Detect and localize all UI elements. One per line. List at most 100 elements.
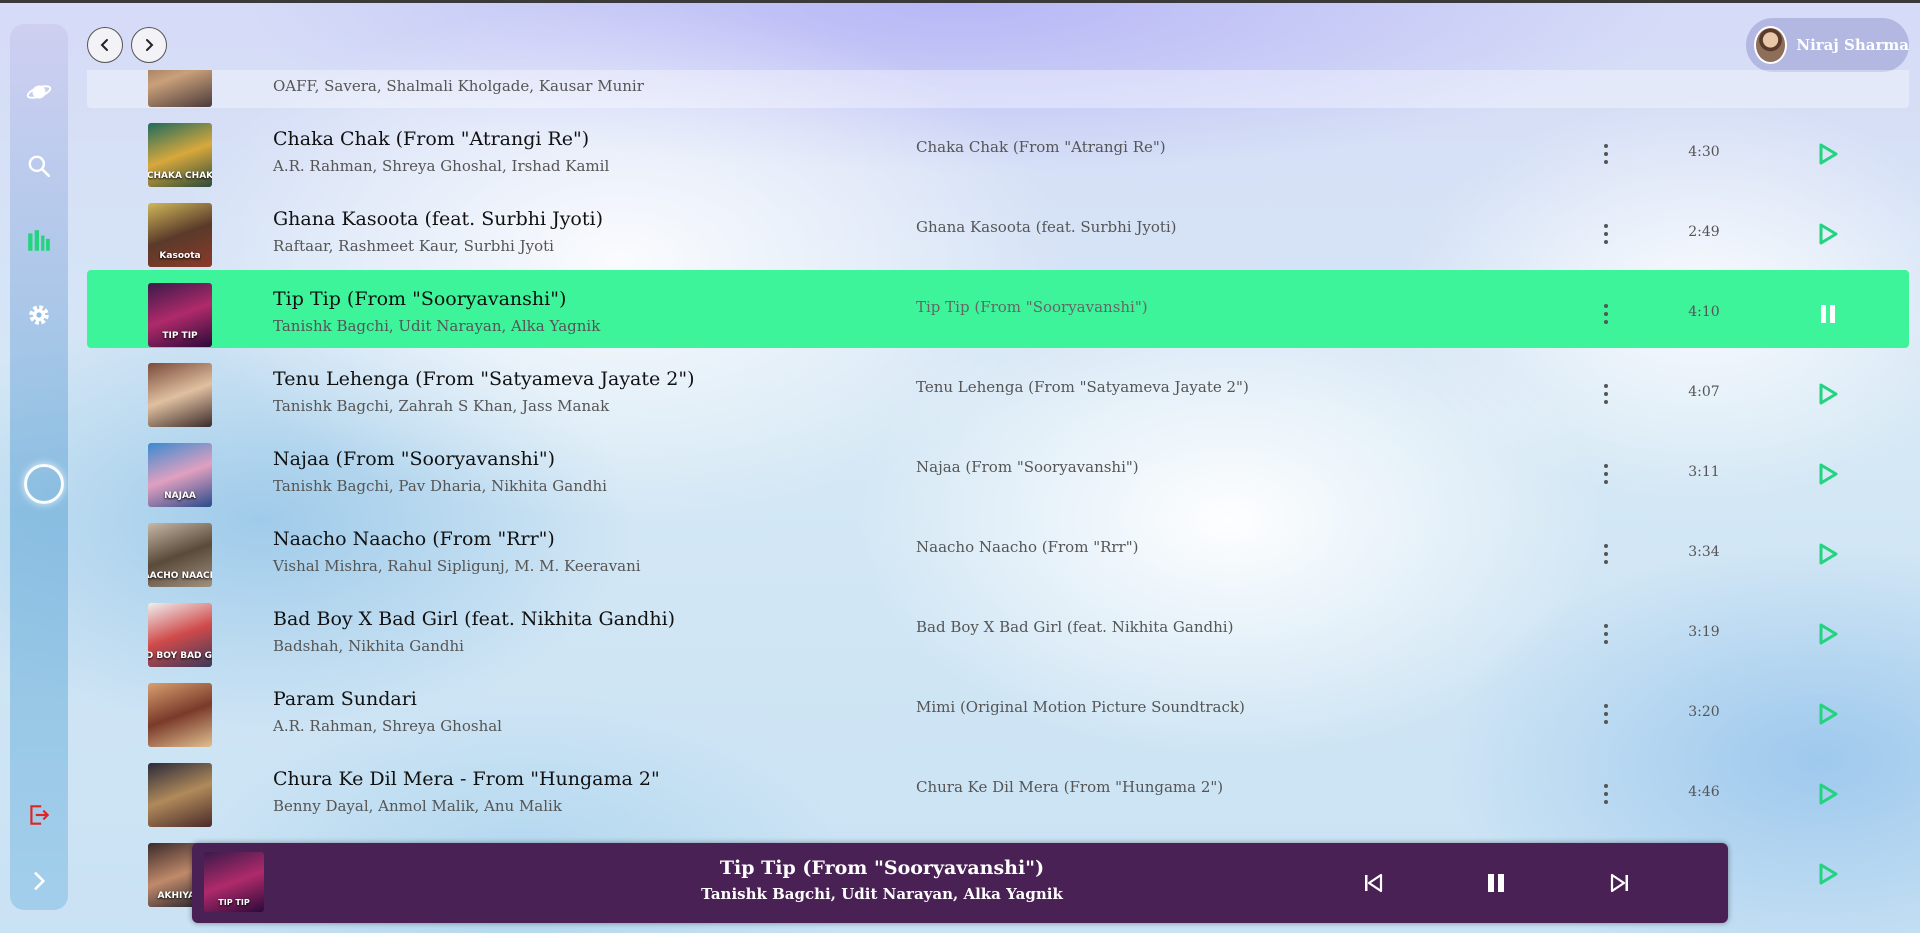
- song-row-playing[interactable]: TIP TIP Tip Tip (From "Sooryavanshi") Ta…: [87, 270, 1909, 348]
- chevron-right-icon[interactable]: [26, 868, 52, 894]
- song-list: OAFF, Savera, Shalmali Kholgade, Kausar …: [87, 70, 1909, 933]
- song-album: Tip Tip (From "Sooryavanshi"): [916, 298, 1148, 316]
- song-album: Bad Boy X Bad Girl (feat. Nikhita Gandhi…: [916, 618, 1234, 636]
- song-row[interactable]: CHAKA CHAK Chaka Chak (From "Atrangi Re"…: [87, 110, 1909, 188]
- song-title: Tip Tip (From "Sooryavanshi"): [273, 288, 567, 310]
- more-options-icon[interactable]: [1601, 624, 1611, 644]
- album-cover: TIP TIP: [148, 283, 212, 347]
- song-title: Param Sundari: [273, 688, 417, 710]
- song-artists: OAFF, Savera, Shalmali Kholgade, Kausar …: [273, 77, 644, 95]
- album-cover: [148, 683, 212, 747]
- song-album: Ghana Kasoota (feat. Surbhi Jyoti): [916, 218, 1177, 236]
- song-artists: Badshah, Nikhita Gandhi: [273, 637, 464, 655]
- song-title: Ghana Kasoota (feat. Surbhi Jyoti): [273, 208, 603, 230]
- more-options-icon[interactable]: [1601, 704, 1611, 724]
- song-artists: Tanishk Bagchi, Udit Narayan, Alka Yagni…: [273, 317, 601, 335]
- loading-spinner: [24, 464, 64, 504]
- album-cover: CHAKA CHAK: [148, 123, 212, 187]
- song-artists: Raftaar, Rashmeet Kaur, Surbhi Jyoti: [273, 237, 554, 255]
- search-icon[interactable]: [26, 153, 52, 179]
- song-artists: A.R. Rahman, Shreya Ghoshal, Irshad Kami…: [273, 157, 610, 175]
- logout-icon[interactable]: [26, 802, 52, 828]
- song-artists: Tanishk Bagchi, Pav Dharia, Nikhita Gand…: [273, 477, 607, 495]
- song-title: Tenu Lehenga (From "Satyameva Jayate 2"): [273, 368, 695, 390]
- song-duration: 3:19: [1688, 624, 1720, 640]
- song-artists: Tanishk Bagchi, Zahrah S Khan, Jass Mana…: [273, 397, 610, 415]
- play-icon[interactable]: [1817, 782, 1839, 806]
- song-row[interactable]: Chura Ke Dil Mera - From "Hungama 2" Ben…: [87, 750, 1909, 828]
- settings-icon[interactable]: [26, 302, 52, 328]
- song-row[interactable]: Param Sundari A.R. Rahman, Shreya Ghosha…: [87, 670, 1909, 748]
- album-cover: [148, 363, 212, 427]
- song-duration: 4:30: [1688, 144, 1720, 160]
- play-icon[interactable]: [1817, 142, 1839, 166]
- song-artists: Vishal Mishra, Rahul Sipligunj, M. M. Ke…: [273, 557, 641, 575]
- more-options-icon[interactable]: [1601, 784, 1611, 804]
- song-album: Naacho Naacho (From "Rrr"): [916, 538, 1139, 556]
- song-duration: 4:10: [1688, 304, 1720, 320]
- next-track-button[interactable]: [1606, 869, 1634, 897]
- play-icon[interactable]: [1817, 702, 1839, 726]
- song-duration: 3:11: [1688, 464, 1720, 480]
- album-cover: NAACHO NAACHO: [148, 523, 212, 587]
- chevron-right-icon: [146, 39, 154, 51]
- song-row[interactable]: Kasoota Ghana Kasoota (feat. Surbhi Jyot…: [87, 190, 1909, 268]
- chevron-left-icon: [100, 39, 108, 51]
- play-icon[interactable]: [1817, 462, 1839, 486]
- skip-next-icon: [1610, 873, 1628, 893]
- more-options-icon[interactable]: [1601, 144, 1611, 164]
- planet-icon[interactable]: [26, 79, 52, 105]
- more-options-icon[interactable]: [1601, 224, 1611, 244]
- play-icon[interactable]: [1817, 222, 1839, 246]
- song-duration: 4:07: [1688, 384, 1720, 400]
- play-icon[interactable]: [1817, 862, 1839, 886]
- pause-icon: [1488, 874, 1504, 892]
- pause-icon[interactable]: [1817, 302, 1839, 326]
- album-cover: BAD BOY BAD GIRL: [148, 603, 212, 667]
- song-row[interactable]: Tenu Lehenga (From "Satyameva Jayate 2")…: [87, 350, 1909, 428]
- song-album: Chaka Chak (From "Atrangi Re"): [916, 138, 1166, 156]
- song-title: Naacho Naacho (From "Rrr"): [273, 528, 555, 550]
- song-row[interactable]: BAD BOY BAD GIRL Bad Boy X Bad Girl (fea…: [87, 590, 1909, 668]
- song-album: Chura Ke Dil Mera (From "Hungama 2"): [916, 778, 1224, 796]
- avatar: [1754, 26, 1788, 64]
- song-artists: A.R. Rahman, Shreya Ghoshal: [273, 717, 502, 735]
- album-cover: NAJAA: [148, 443, 212, 507]
- song-duration: 4:46: [1688, 784, 1720, 800]
- song-row[interactable]: NAACHO NAACHO Naacho Naacho (From "Rrr")…: [87, 510, 1909, 588]
- more-options-icon[interactable]: [1601, 544, 1611, 564]
- play-icon[interactable]: [1817, 622, 1839, 646]
- song-album: Najaa (From "Sooryavanshi"): [916, 458, 1139, 476]
- song-duration: 3:34: [1688, 544, 1720, 560]
- song-title: Chaka Chak (From "Atrangi Re"): [273, 128, 590, 150]
- song-title: Bad Boy X Bad Girl (feat. Nikhita Gandhi…: [273, 608, 676, 630]
- more-options-icon[interactable]: [1601, 384, 1611, 404]
- library-icon[interactable]: [26, 228, 52, 254]
- sidebar: [10, 24, 68, 910]
- song-album: Tenu Lehenga (From "Satyameva Jayate 2"): [916, 378, 1249, 396]
- user-profile-button[interactable]: Niraj Sharma: [1746, 18, 1909, 72]
- previous-track-button[interactable]: [1359, 869, 1387, 897]
- user-name: Niraj Sharma: [1796, 36, 1909, 54]
- song-title: Chura Ke Dil Mera - From "Hungama 2": [273, 768, 660, 790]
- song-duration: 3:20: [1688, 704, 1720, 720]
- album-cover: [148, 763, 212, 827]
- album-cover: Kasoota: [148, 203, 212, 267]
- song-title: Najaa (From "Sooryavanshi"): [273, 448, 556, 470]
- song-row[interactable]: OAFF, Savera, Shalmali Kholgade, Kausar …: [87, 70, 1909, 108]
- play-icon[interactable]: [1817, 542, 1839, 566]
- song-row[interactable]: NAJAA Najaa (From "Sooryavanshi") Tanish…: [87, 430, 1909, 508]
- album-cover: [148, 70, 212, 107]
- back-button[interactable]: [87, 27, 123, 63]
- now-playing-bar: TIP TIP Tip Tip (From "Sooryavanshi") Ta…: [192, 843, 1728, 923]
- more-options-icon[interactable]: [1601, 304, 1611, 324]
- play-pause-button[interactable]: [1482, 869, 1510, 897]
- song-duration: 2:49: [1688, 224, 1720, 240]
- more-options-icon[interactable]: [1601, 464, 1611, 484]
- song-artists: Benny Dayal, Anmol Malik, Anu Malik: [273, 797, 562, 815]
- forward-button[interactable]: [131, 27, 167, 63]
- play-icon[interactable]: [1817, 382, 1839, 406]
- song-album: Mimi (Original Motion Picture Soundtrack…: [916, 698, 1245, 716]
- skip-previous-icon: [1365, 873, 1383, 893]
- window-top-border: [0, 0, 1920, 3]
